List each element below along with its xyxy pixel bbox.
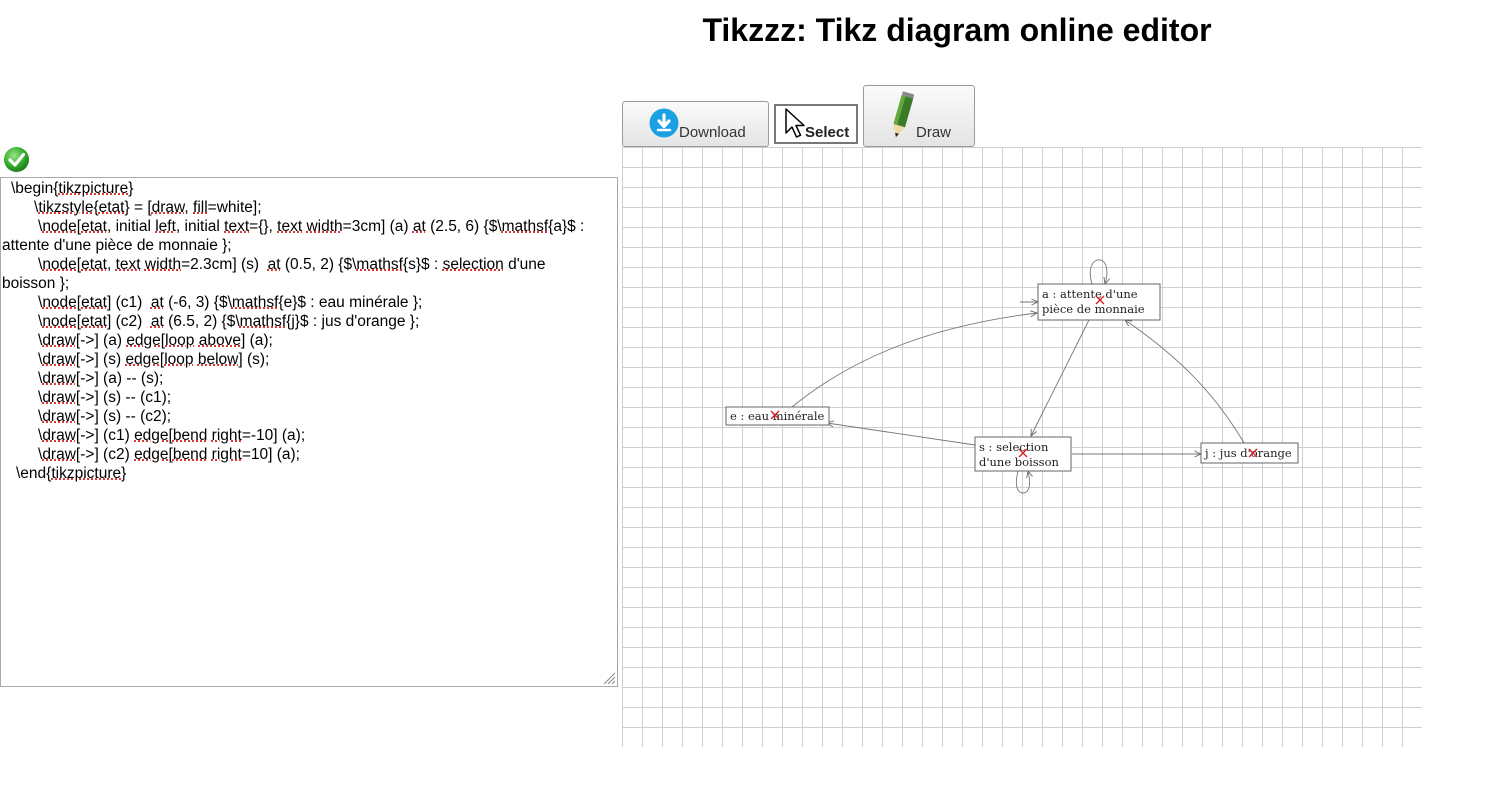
code-word: loop: [165, 332, 195, 349]
code-line: \draw[->] (s) -- (c2);: [38, 408, 172, 425]
code-word: right: [211, 446, 242, 463]
code-word: text: [224, 218, 250, 235]
code-word: mathsf: [239, 313, 287, 330]
page-title: Tikzzz: Tikz diagram online editor: [702, 12, 1212, 48]
edge-s-to-e: [827, 423, 976, 446]
edge-j-to-a: [1125, 320, 1245, 444]
code-word: etat: [81, 256, 107, 273]
code-word: bend: [172, 427, 208, 444]
node-j-label: j : jus d'orange: [1203, 446, 1292, 460]
code-word: edge: [125, 351, 160, 368]
code-word: node: [42, 218, 77, 235]
code-word: etat: [81, 313, 107, 330]
code-word: at: [150, 313, 164, 330]
code-line: \end{tikzpicture}: [16, 465, 127, 482]
code-line: \draw[->] (s) edge[loop below] (s);: [38, 351, 270, 368]
code-editor[interactable]: \begin{tikzpicture} \tikzstyle{etat} = […: [0, 177, 618, 687]
code-word: mathsf: [501, 218, 549, 235]
code-word: draw: [42, 332, 76, 349]
code-line: \node[etat, text width=2.3cm] (s) at (0.…: [38, 256, 546, 273]
code-word: width: [144, 256, 182, 273]
code-word: etat: [98, 199, 125, 216]
code-line: \tikzstyle{etat} = [draw, fill=white];: [34, 199, 262, 216]
download-button[interactable]: Download: [622, 101, 769, 147]
code-line: \draw[->] (c2) edge[bend right=10] (a);: [38, 446, 300, 463]
code-word: node: [42, 256, 77, 273]
pencil-icon: [893, 91, 915, 138]
code-word: draw: [42, 389, 76, 406]
code-word: at: [150, 294, 164, 311]
code-word: right: [211, 427, 242, 444]
loop-a: [1089, 259, 1107, 284]
code-word: tikzstyle: [38, 199, 94, 216]
code-word: etat: [81, 218, 107, 235]
code-word: below: [197, 351, 239, 368]
code-word: width: [306, 218, 343, 235]
code-word: at: [412, 218, 426, 235]
download-icon: [649, 108, 679, 138]
check-icon: [4, 147, 29, 172]
code-line: \node[etat, initial left, initial text={…: [38, 218, 585, 235]
code-word: edge: [126, 332, 161, 349]
node-a-label: pièce de monnaie: [1042, 302, 1145, 316]
code-word: tikzpicture: [51, 465, 122, 482]
node-a-label: a : attente d'une: [1042, 287, 1138, 301]
node-s-label: s : selection: [979, 440, 1049, 454]
code-word: tikzpicture: [58, 180, 129, 197]
loop-s: [1015, 471, 1029, 494]
edge-e-to-a: [791, 313, 1037, 408]
code-word: fill: [193, 199, 208, 216]
code-line: \draw[->] (s) -- (c1);: [38, 389, 172, 406]
code-line: attente d'une pièce de monnaie };: [2, 237, 232, 254]
code-line: \draw[->] (a) edge[loop above] (a);: [38, 332, 273, 349]
download-label: Download: [679, 124, 746, 141]
code-line: \node[etat] (c2) at (6.5, 2) {$\mathsf{j…: [38, 313, 420, 330]
code-word: left: [155, 218, 176, 235]
code-word: loop: [164, 351, 194, 368]
edge-a-to-s: [1031, 319, 1090, 436]
select-button[interactable]: Select: [774, 104, 858, 144]
code-word: at: [267, 256, 281, 273]
code-word: mathsf: [231, 294, 279, 311]
code-word: edge: [134, 427, 169, 444]
code-word: node: [42, 294, 77, 311]
code-word: edge: [134, 446, 169, 463]
code-word: draw: [42, 408, 76, 425]
code-word: etat: [81, 294, 107, 311]
code-line: boisson };: [2, 275, 70, 292]
code-word: draw: [42, 446, 76, 463]
code-word: selection: [442, 256, 504, 273]
draw-label: Draw: [916, 124, 952, 141]
drawing-canvas[interactable]: a : attente d'une pièce de monnaie s : s…: [622, 147, 1422, 747]
draw-button[interactable]: Draw: [863, 85, 975, 147]
select-label: Select: [805, 124, 850, 141]
code-word: draw: [42, 351, 76, 368]
code-word: draw: [42, 370, 76, 387]
code-word: text: [115, 256, 141, 273]
code-line: \draw[->] (c1) edge[bend right=-10] (a);: [38, 427, 306, 444]
code-word: above: [198, 332, 241, 349]
code-word: text: [277, 218, 303, 235]
resize-grip-icon[interactable]: [602, 671, 616, 685]
code-word: bend: [172, 446, 208, 463]
code-word: draw: [151, 199, 185, 216]
code-word: mathsf: [356, 256, 403, 273]
code-line: \draw[->] (a) -- (s);: [38, 370, 164, 387]
diagram: a : attente d'une pièce de monnaie s : s…: [725, 259, 1299, 494]
code-line: \begin{tikzpicture}: [11, 180, 134, 197]
code-line: \node[etat] (c1) at (-6, 3) {$\mathsf{e}…: [38, 294, 423, 311]
code-word: draw: [42, 427, 76, 444]
node-e-label: e : eau minérale: [730, 409, 825, 423]
code-word: node: [42, 313, 77, 330]
